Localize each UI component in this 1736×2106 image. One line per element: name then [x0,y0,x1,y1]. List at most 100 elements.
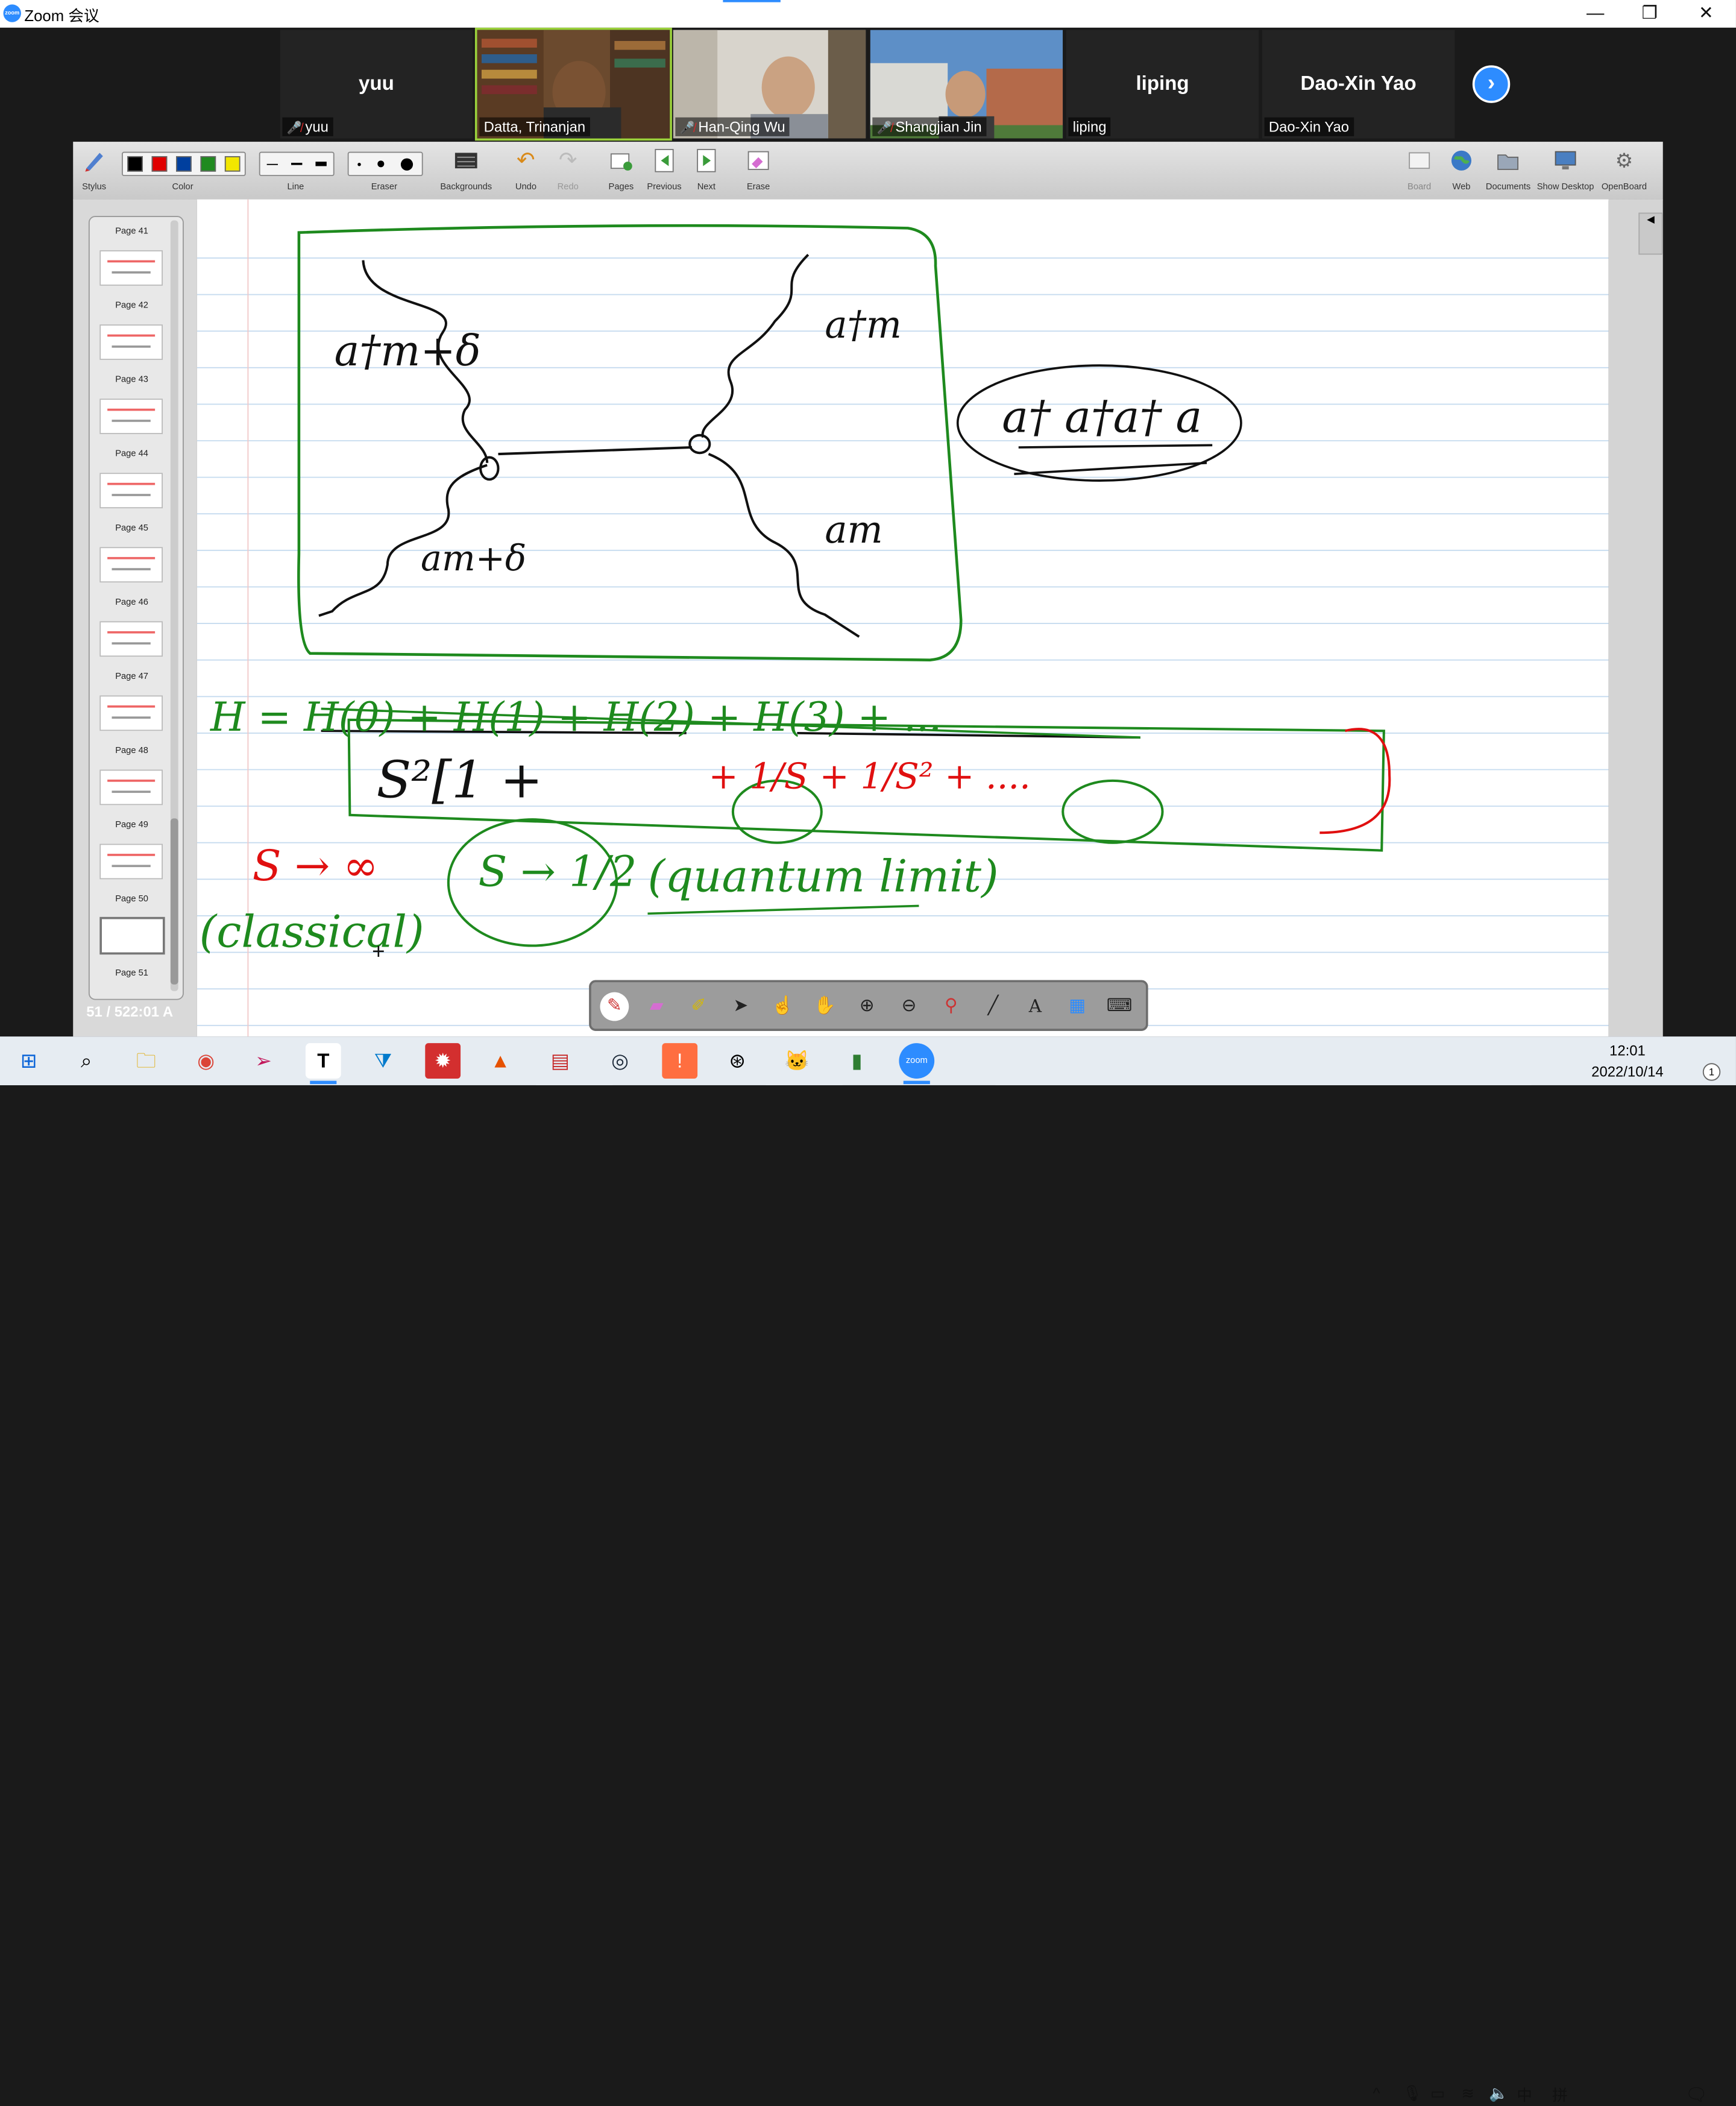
pointer-icon[interactable]: ➤ [726,992,755,1021]
page-thumbnail[interactable] [99,324,163,360]
page-thumbnail[interactable] [99,769,163,806]
openboard-menu-button[interactable]: ⚙ OpenBoard [1601,142,1647,200]
steam-icon[interactable]: ◎ [602,1043,638,1079]
matlab-icon[interactable]: ▲ [483,1043,518,1079]
page-thumbnail[interactable] [99,250,163,286]
operator-a-m-q: am+δ [421,537,526,579]
next-page-button[interactable]: Next [691,142,722,200]
board-button[interactable]: Board [1404,142,1435,200]
color-red-swatch[interactable] [151,156,168,172]
page-thumbnail-current[interactable] [99,916,165,955]
backgrounds-button[interactable]: Backgrounds [438,142,494,200]
wheel-icon[interactable]: ⊛ [720,1043,755,1079]
eraser-large-option[interactable] [401,157,414,170]
web-button[interactable]: Web [1446,142,1477,200]
page-thumbnail-label: Page 50 [115,894,148,904]
title-bar: zoom Zoom 会议 — ❐ ✕ [0,0,1736,28]
pdf-icon[interactable]: ▤ [542,1043,578,1079]
openboard-toolbar: Stylus Color Line Eraser Backgrounds ↶ U… [73,142,1663,201]
participant-tile[interactable]: yuu 🎤̸ yuu [280,30,473,139]
eraser-icon[interactable]: ▰ [642,992,671,1021]
mic-muted-icon: 🎤̸ [286,122,302,136]
board-icon [1409,152,1430,169]
screen-capture-icon[interactable]: ▦ [1063,992,1092,1021]
zoom-out-icon[interactable]: ⊖ [895,992,923,1021]
ime-mode-indicator[interactable]: 中 [1517,2084,1532,2106]
page-thumbnail-label: Page 47 [115,671,148,681]
participant-tile[interactable]: 🎤̸ Shangjian Jin [870,30,1063,139]
participant-tile-active-speaker[interactable]: Datta, Trinanjan [474,27,672,141]
undo-button[interactable]: ↶ Undo [509,142,542,200]
line-tool-icon[interactable]: ╱ [979,992,1008,1021]
microphone-icon[interactable]: 🎙 [1403,2084,1423,2103]
line-thick-option[interactable] [315,162,327,166]
typora-icon[interactable]: T [305,1043,341,1085]
open-library-button[interactable]: ◀ [1638,212,1663,255]
notes-icon[interactable]: ! [662,1043,698,1079]
cat-icon[interactable]: 🐱 [779,1043,815,1079]
color-yellow-swatch[interactable] [224,156,241,172]
whiteboard-canvas[interactable]: a†m+δ a†m am+δ am a† a†a† a H = H(0) + H… [197,199,1609,1037]
pages-button[interactable]: Pages [606,142,637,200]
page-thumbnail[interactable] [99,473,163,509]
participant-tile[interactable]: liping liping [1066,30,1259,139]
keyboard-icon[interactable]: ⌨ [1105,992,1134,1021]
previous-page-button[interactable]: Previous [647,142,682,200]
board-app-icon[interactable]: ▮ [839,1043,875,1079]
vscode-icon[interactable]: ⧩ [365,1043,401,1079]
app-icon[interactable]: ✹ [425,1043,461,1079]
documents-button[interactable]: Documents [1486,142,1530,200]
page-thumbnail[interactable] [99,547,163,583]
handwriting-layer: a†m+δ a†m am+δ am a† a†a† a H = H(0) + H… [197,199,1609,1037]
participant-name-label: 🎤̸ Shangjian Jin [872,117,987,136]
minimize-button[interactable]: — [1570,2,1620,27]
zoom-in-icon[interactable]: ⊕ [852,992,881,1021]
page-thumbnail-list: Page 41 Page 42 Page 43 Page 44 Page 45 Page … [90,217,174,997]
highlighter-icon[interactable]: ✐ [684,992,713,1021]
erase-button[interactable]: Erase [742,142,775,200]
quantum-label: (quantum limit) [647,851,998,903]
line-label: Line [287,181,304,192]
close-button[interactable]: ✕ [1681,2,1731,27]
color-black-swatch[interactable] [127,156,143,172]
windows-start-icon[interactable]: ⊞ [11,1043,46,1079]
ime-input-indicator[interactable]: 拼 [1552,2084,1568,2106]
participant-name-label: liping [1068,117,1111,136]
hand-icon[interactable]: ✋ [810,992,839,1021]
restore-button[interactable]: ❐ [1624,2,1675,27]
participant-tile[interactable]: Dao-Xin Yao Dao-Xin Yao [1262,30,1455,139]
volume-icon[interactable]: 🔈 [1489,2084,1508,2103]
redo-button[interactable]: ↷ Redo [552,142,585,200]
page-thumbnail[interactable] [99,621,163,657]
page-thumbnail[interactable] [99,695,163,731]
page-thumbnail[interactable] [99,399,163,434]
pen-tool-icon[interactable]: ✎ [600,992,629,1021]
chrome-icon[interactable]: ◉ [188,1043,224,1079]
notification-icon[interactable]: 🗨 [1685,2084,1707,2106]
stylus-tool[interactable]: Stylus [75,142,113,200]
gallery-next-page-button[interactable]: › [1472,65,1511,103]
color-green-swatch[interactable] [200,156,216,172]
participant-tile[interactable]: 🎤̸ Han-Qing Wu [673,30,866,139]
window-title: Zoom 会议 [24,7,99,25]
text-tool-icon[interactable]: A [1021,992,1049,1021]
eraser-small-option[interactable] [357,162,361,166]
page-thumbnail[interactable] [99,843,163,880]
laser-pointer-icon[interactable]: ☝ [769,992,797,1021]
send-icon[interactable]: ➢ [246,1043,281,1079]
wifi-icon[interactable]: ≋ [1461,2084,1474,2103]
zoom-app-icon[interactable]: zoom [899,1043,935,1085]
line-thin-option[interactable] [266,163,278,165]
show-desktop-button[interactable]: Show Desktop [1536,142,1594,200]
file-explorer-icon[interactable]: 🗀 [128,1043,164,1079]
folder-icon [1497,154,1519,170]
notification-count: 1 [1702,1063,1721,1081]
tray-overflow-icon[interactable]: ^ [1373,2084,1380,2102]
capture-icon[interactable]: ⚲ [937,992,966,1021]
gear-icon: ⚙ [1615,149,1634,172]
power-icon[interactable]: ▭ [1430,2084,1445,2103]
page-thumbnail-label: Page 49 [115,819,148,830]
drag-handle[interactable] [723,0,781,2]
system-clock[interactable]: 12:01 2022/10/14 [1581,1040,1674,1082]
search-icon[interactable]: ⌕ [69,1043,104,1079]
